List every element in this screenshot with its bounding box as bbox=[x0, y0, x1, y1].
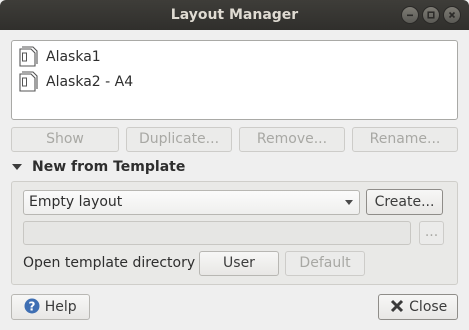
section-title: New from Template bbox=[32, 159, 186, 175]
user-button[interactable]: User bbox=[199, 251, 279, 276]
layout-name: Alaska1 bbox=[46, 49, 101, 65]
template-path-field bbox=[23, 221, 411, 245]
layout-name: Alaska2 - A4 bbox=[46, 74, 134, 90]
window-close-button[interactable] bbox=[443, 6, 461, 24]
title-bar: Layout Manager bbox=[0, 0, 469, 30]
duplicate-button[interactable]: Duplicate... bbox=[126, 127, 232, 152]
window-title: Layout Manager bbox=[170, 7, 299, 23]
remove-button[interactable]: Remove... bbox=[239, 127, 345, 152]
maximize-icon bbox=[427, 11, 435, 19]
show-button[interactable]: Show bbox=[11, 127, 119, 152]
help-label: Help bbox=[44, 299, 77, 315]
maximize-button[interactable] bbox=[422, 6, 440, 24]
open-template-directory-label: Open template directory bbox=[23, 255, 196, 271]
list-item-layout[interactable]: Alaska2 - A4 bbox=[16, 69, 133, 95]
minimize-button[interactable] bbox=[401, 6, 419, 24]
template-select[interactable]: Empty layout bbox=[23, 190, 360, 215]
close-icon bbox=[448, 11, 456, 19]
window-controls bbox=[401, 6, 461, 24]
layout-document-icon bbox=[19, 71, 38, 92]
minimize-icon bbox=[407, 14, 413, 17]
layout-list[interactable]: Alaska1 Alaska2 - A4 bbox=[11, 40, 458, 120]
close-label: Close bbox=[409, 299, 448, 315]
collapse-triangle-icon bbox=[12, 164, 22, 170]
help-button[interactable]: ? Help bbox=[11, 294, 90, 320]
template-section-header[interactable]: New from Template bbox=[12, 157, 185, 177]
help-icon: ? bbox=[24, 298, 40, 314]
close-icon bbox=[390, 299, 403, 313]
template-select-value: Empty layout bbox=[29, 194, 123, 210]
default-button[interactable]: Default bbox=[285, 251, 365, 276]
create-button[interactable]: Create... bbox=[366, 189, 443, 215]
browse-button[interactable]: ... bbox=[419, 221, 444, 245]
layout-document-icon bbox=[19, 46, 38, 67]
rename-button[interactable]: Rename... bbox=[352, 127, 458, 152]
svg-text:?: ? bbox=[29, 300, 36, 314]
close-button[interactable]: Close bbox=[378, 294, 458, 320]
list-item-layout[interactable]: Alaska1 bbox=[16, 44, 101, 70]
dropdown-arrow-icon bbox=[345, 200, 353, 205]
